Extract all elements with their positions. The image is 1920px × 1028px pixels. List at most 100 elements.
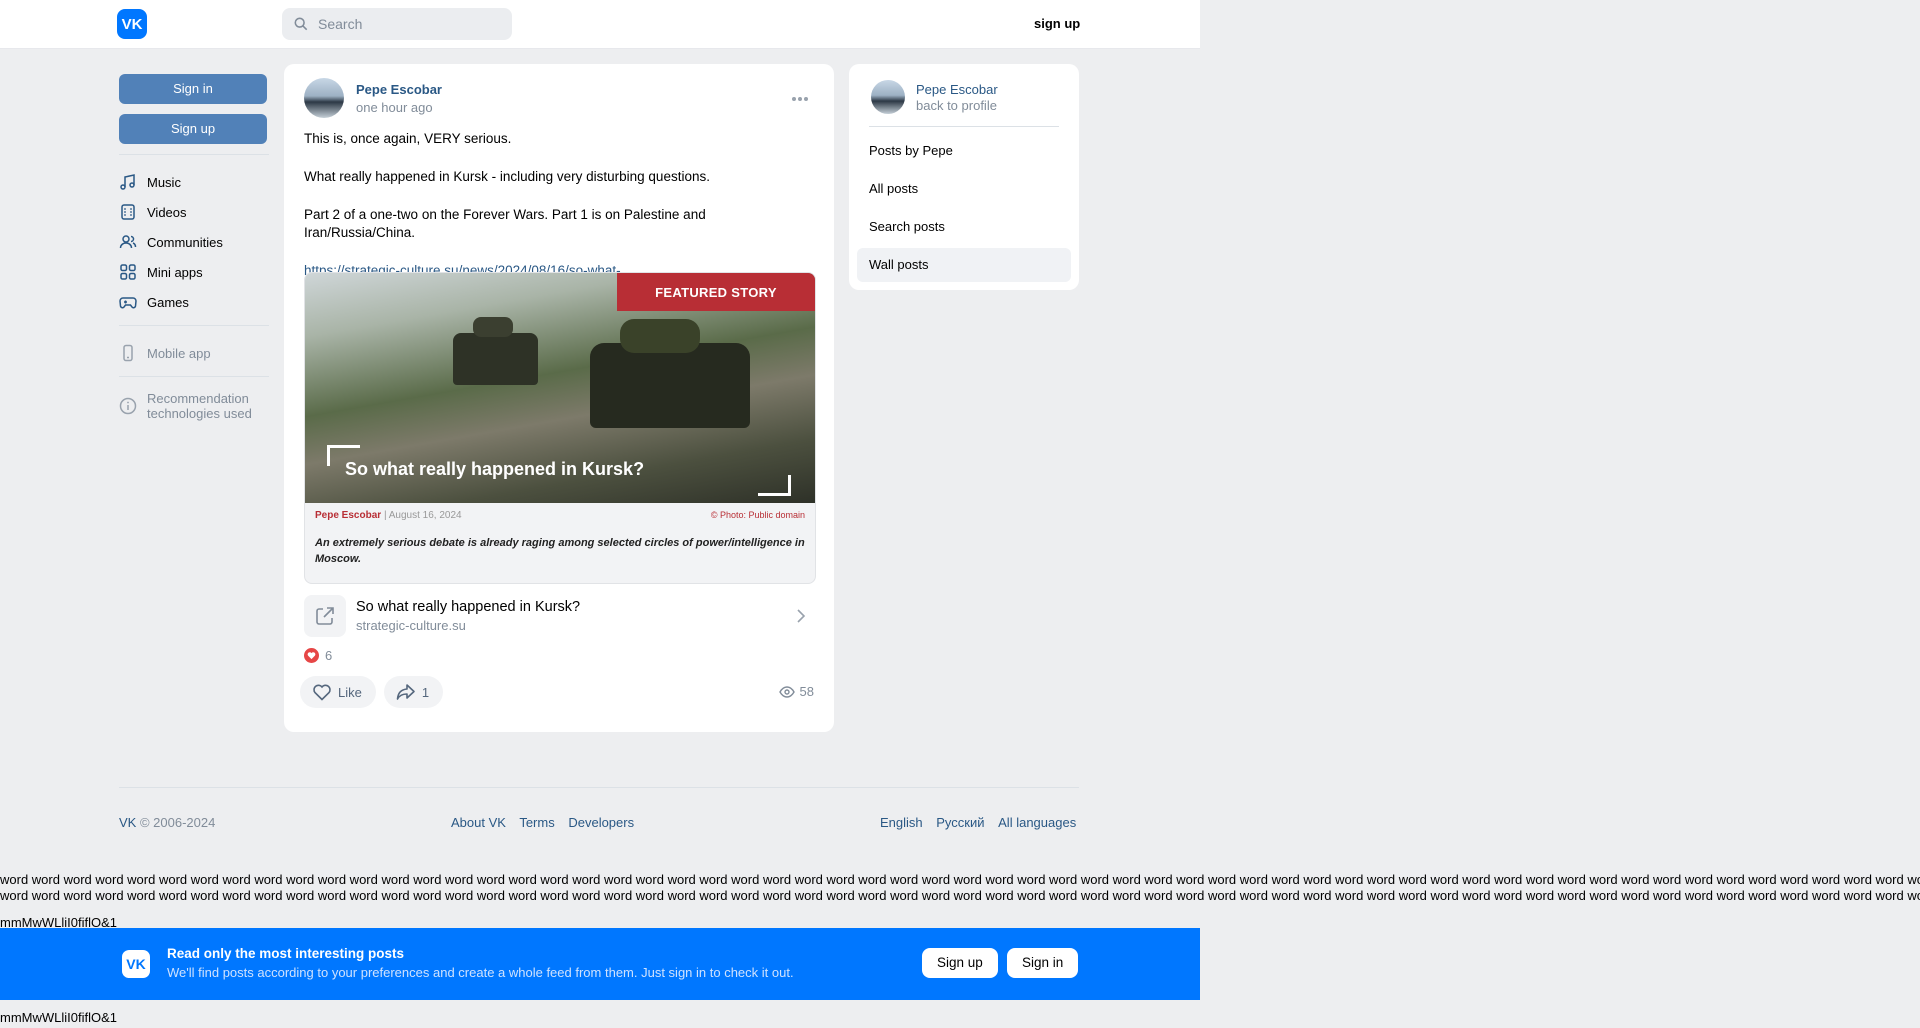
divider	[119, 325, 269, 326]
nav-item-wall-posts[interactable]: Wall posts	[857, 248, 1071, 282]
phone-icon	[123, 344, 133, 362]
nav-item-all-posts[interactable]: All posts	[857, 172, 1071, 206]
banner-signup-button[interactable]: Sign up	[922, 948, 998, 978]
featured-badge: FEATURED STORY	[617, 273, 815, 311]
post-image[interactable]: FEATURED STORY So what really happened i…	[304, 272, 816, 584]
users-icon	[119, 235, 137, 249]
vk-logo: VK	[122, 950, 150, 978]
info-icon	[119, 397, 137, 415]
views-count: 58	[799, 684, 814, 699]
like-button[interactable]: Like	[300, 676, 376, 708]
sidebar-item-label: Music	[147, 174, 181, 190]
sidebar-item-label: Videos	[147, 204, 187, 220]
top-bar: VK Search sign up	[0, 0, 1200, 49]
chevron-right-icon	[797, 609, 806, 623]
measure-text-block: word word word word word word word word …	[0, 872, 1920, 904]
measure-line: word word word word word word word word …	[0, 888, 1920, 903]
footer-link-developers[interactable]: Developers	[568, 815, 634, 830]
sign-up-button[interactable]: Sign up	[119, 114, 267, 144]
sidebar-item-music[interactable]: Music	[119, 167, 269, 197]
reactions[interactable]: 6	[304, 648, 332, 663]
divider	[119, 376, 269, 377]
lang-all[interactable]: All languages	[998, 815, 1076, 830]
post-author[interactable]: Pepe Escobar	[356, 82, 442, 97]
banner-title: Read only the most interesting posts	[167, 946, 405, 961]
vk-link[interactable]: VK	[119, 815, 136, 830]
eye-icon	[778, 685, 795, 698]
external-link-icon	[304, 595, 346, 637]
image-date: August 16, 2024	[388, 510, 462, 521]
nav-item-search-posts[interactable]: Search posts	[857, 210, 1071, 244]
like-label: Like	[338, 684, 362, 700]
link-preview[interactable]: So what really happened in Kursk? strate…	[304, 592, 814, 640]
divider	[119, 154, 269, 155]
footer-links: About VK Terms Developers	[451, 815, 644, 830]
apps-icon	[120, 264, 136, 280]
image-headline: So what really happened in Kursk?	[345, 459, 645, 479]
share-icon	[396, 684, 415, 700]
back-to-profile[interactable]: back to profile	[916, 98, 997, 113]
measure-string: mmMwWLliI0fiflO&1	[0, 1010, 118, 1025]
banner-subtitle: We'll find posts according to your prefe…	[167, 965, 794, 980]
lang-russian[interactable]: Русский	[936, 815, 984, 830]
photo-credit: © Photo: Public domain	[710, 510, 805, 520]
search-icon	[294, 17, 308, 31]
footer-languages: English Русский All languages	[880, 815, 1076, 830]
sidebar-item-label: Games	[147, 294, 189, 310]
image-lead: An extremely serious debate is already r…	[315, 537, 805, 565]
nav-item-posts-by-pepe[interactable]: Posts by Pepe	[857, 134, 1071, 168]
footer-link-terms[interactable]: Terms	[519, 815, 554, 830]
footer-copyright: VK © 2006-2024	[119, 815, 215, 830]
share-button[interactable]: 1	[383, 676, 444, 708]
gamepad-icon	[119, 297, 137, 309]
search-placeholder: Search	[318, 16, 363, 32]
tank-shape	[453, 317, 538, 385]
sidebar-item-videos[interactable]: Videos	[119, 197, 269, 227]
tank-shape	[590, 319, 750, 428]
corner-bracket	[758, 475, 791, 496]
link-title: So what really happened in Kursk?	[356, 599, 581, 615]
sidebar-item-mobile-app[interactable]: Mobile app	[119, 338, 269, 368]
tank-photo: FEATURED STORY So what really happened i…	[305, 273, 815, 503]
sidebar-item-communities[interactable]: Communities	[119, 227, 269, 257]
image-byline: Pepe Escobar	[315, 510, 382, 521]
footer-divider	[119, 787, 1079, 788]
post-paragraph: What really happened in Kursk - includin…	[304, 169, 710, 184]
sidebar-item-label: Mini apps	[147, 264, 203, 280]
avatar[interactable]	[304, 78, 344, 118]
reaction-count: 6	[325, 648, 333, 663]
post-time[interactable]: one hour ago	[356, 100, 433, 115]
sidebar-item-mini-apps[interactable]: Mini apps	[119, 257, 269, 287]
image-meta: Pepe Escobar | August 16, 2024 © Photo: …	[315, 510, 805, 521]
signin-banner: VK Read only the most interesting posts …	[0, 928, 1200, 1000]
sign-in-button[interactable]: Sign in	[119, 74, 267, 104]
sidebar-item-games[interactable]: Games	[119, 287, 269, 317]
heart-icon	[304, 648, 319, 663]
divider	[869, 126, 1059, 127]
search-input[interactable]: Search	[282, 8, 512, 40]
lang-english[interactable]: English	[880, 815, 923, 830]
more-options-icon[interactable]	[792, 88, 812, 101]
video-icon	[121, 204, 135, 220]
profile-name[interactable]: Pepe Escobar	[916, 82, 998, 97]
post-card: Pepe Escobar one hour ago This is, once …	[284, 64, 834, 732]
avatar[interactable]	[871, 80, 905, 114]
left-sidebar: Sign in Sign up Music Videos Communities…	[119, 74, 269, 421]
profile-nav: Pepe Escobar back to profile Posts by Pe…	[849, 64, 1079, 290]
vk-logo[interactable]: VK	[117, 9, 147, 39]
recommendation-info[interactable]: Recommendation technologies used	[119, 391, 269, 421]
views-counter: 58	[778, 684, 814, 699]
sidebar-item-label: Communities	[147, 234, 223, 250]
signup-link[interactable]: sign up	[1034, 16, 1080, 31]
measure-line: word word word word word word word word …	[0, 872, 1920, 887]
recommendation-label: Recommendation technologies used	[147, 391, 252, 421]
copyright-text: © 2006-2024	[136, 815, 216, 830]
footer-link-about[interactable]: About VK	[451, 815, 506, 830]
like-icon	[313, 684, 331, 701]
post-actions: Like 1	[300, 676, 451, 708]
post-paragraph: Part 2 of a one-two on the Forever Wars.…	[304, 207, 706, 240]
share-count: 1	[421, 684, 430, 700]
link-domain: strategic-culture.su	[356, 618, 466, 633]
banner-signin-button[interactable]: Sign in	[1007, 948, 1079, 978]
post-paragraph: This is, once again, VERY serious.	[304, 131, 512, 146]
